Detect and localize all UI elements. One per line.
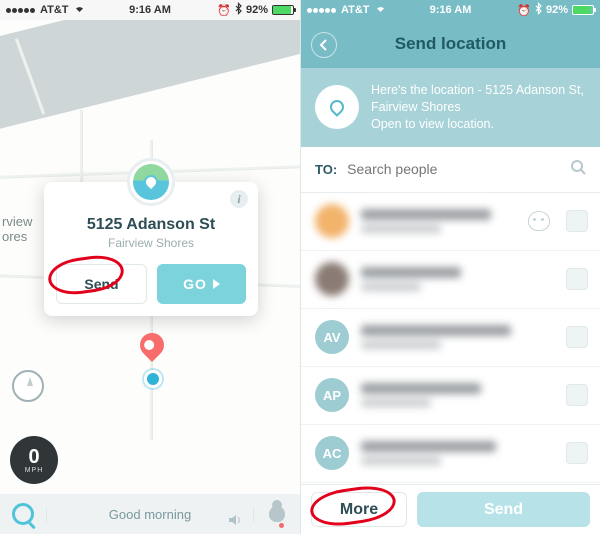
carrier-label: AT&T — [40, 4, 69, 16]
profile-button[interactable] — [254, 506, 300, 522]
search-button[interactable] — [0, 503, 46, 525]
map-road-label: rview ores — [2, 215, 32, 245]
speed-unit: MPH — [25, 467, 44, 474]
sound-icon[interactable] — [227, 513, 243, 530]
to-label: TO: — [315, 162, 337, 177]
location-title: 5125 Adanson St — [56, 216, 246, 234]
alarm-icon: ⏰ — [217, 4, 231, 17]
send-location-screen: AT&T 9:16 AM ⏰ 92% Send location Here's … — [300, 0, 600, 534]
contact-name — [361, 267, 554, 291]
wifi-icon — [73, 4, 86, 16]
map[interactable]: rview ores i 5125 Adanson St Fairview Sh… — [0, 20, 300, 494]
greeting-panel[interactable]: Good morning — [46, 507, 254, 522]
avatar — [315, 204, 349, 238]
more-button[interactable]: More — [311, 492, 407, 527]
avatar: AV — [315, 320, 349, 354]
location-summary[interactable]: Here's the location - 5125 Adanson St, F… — [301, 68, 600, 147]
location-pin-icon — [315, 85, 359, 129]
wifi-icon — [374, 4, 387, 16]
select-checkbox[interactable] — [566, 384, 588, 406]
list-item[interactable]: AV — [301, 309, 600, 367]
send-button[interactable]: Send — [56, 264, 147, 304]
search-icon — [12, 503, 34, 525]
highway-shape — [0, 20, 300, 139]
current-location-icon — [144, 370, 162, 388]
recipient-search: TO: — [301, 147, 600, 193]
avatar — [315, 262, 349, 296]
battery-icon — [572, 5, 594, 15]
bluetooth-icon — [235, 3, 242, 17]
location-popup: i 5125 Adanson St Fairview Shores Send G… — [44, 182, 258, 316]
list-item[interactable] — [301, 251, 600, 309]
select-checkbox[interactable] — [566, 442, 588, 464]
go-button[interactable]: GO — [157, 264, 246, 304]
select-checkbox[interactable] — [566, 210, 588, 232]
wazer-icon — [528, 211, 550, 231]
select-checkbox[interactable] — [566, 326, 588, 348]
contact-name — [361, 383, 554, 407]
contact-name — [361, 325, 554, 349]
contact-name — [361, 441, 554, 465]
signal-dots-icon — [6, 4, 36, 16]
speed-value: 0 — [28, 447, 39, 467]
back-button[interactable] — [311, 32, 337, 58]
compass-button[interactable] — [12, 370, 44, 402]
avatar: AC — [315, 436, 349, 470]
signal-dots-icon — [307, 4, 337, 16]
bluetooth-icon — [535, 3, 542, 17]
location-badge-icon — [127, 158, 175, 206]
page-title: Send location — [395, 34, 506, 54]
location-summary-text: Here's the location - 5125 Adanson St, F… — [371, 82, 586, 133]
battery-icon — [272, 5, 294, 15]
status-bar: AT&T 9:16 AM ⏰ 92% — [0, 0, 300, 20]
action-bar: More Send — [301, 484, 600, 534]
location-subtitle: Fairview Shores — [56, 236, 246, 250]
notification-dot-icon — [279, 523, 284, 528]
map-screen: AT&T 9:16 AM ⏰ 92% rview ores i 5125 Ada… — [0, 0, 300, 534]
select-checkbox[interactable] — [566, 268, 588, 290]
profile-icon — [269, 506, 285, 522]
bottom-bar: Good morning — [0, 494, 300, 534]
list-item[interactable]: AP — [301, 367, 600, 425]
chevron-left-icon — [319, 39, 329, 51]
status-bar: AT&T 9:16 AM ⏰ 92% — [301, 0, 600, 20]
carrier-label: AT&T — [341, 4, 370, 16]
battery-pct: 92% — [546, 4, 568, 16]
search-icon[interactable] — [570, 159, 586, 180]
header: Send location — [301, 20, 600, 68]
list-item[interactable]: AC — [301, 425, 600, 483]
destination-pin-icon[interactable] — [135, 328, 169, 362]
speedometer[interactable]: 0 MPH — [10, 436, 58, 484]
list-item[interactable] — [301, 193, 600, 251]
contacts-list[interactable]: AV AP AC — [301, 193, 600, 503]
search-input[interactable] — [347, 161, 560, 177]
avatar: AP — [315, 378, 349, 412]
contact-name — [361, 209, 516, 233]
send-button[interactable]: Send — [417, 492, 590, 527]
info-icon[interactable]: i — [230, 190, 248, 208]
battery-pct: 92% — [246, 4, 268, 16]
greeting-text: Good morning — [109, 507, 191, 522]
alarm-icon: ⏰ — [517, 4, 531, 17]
